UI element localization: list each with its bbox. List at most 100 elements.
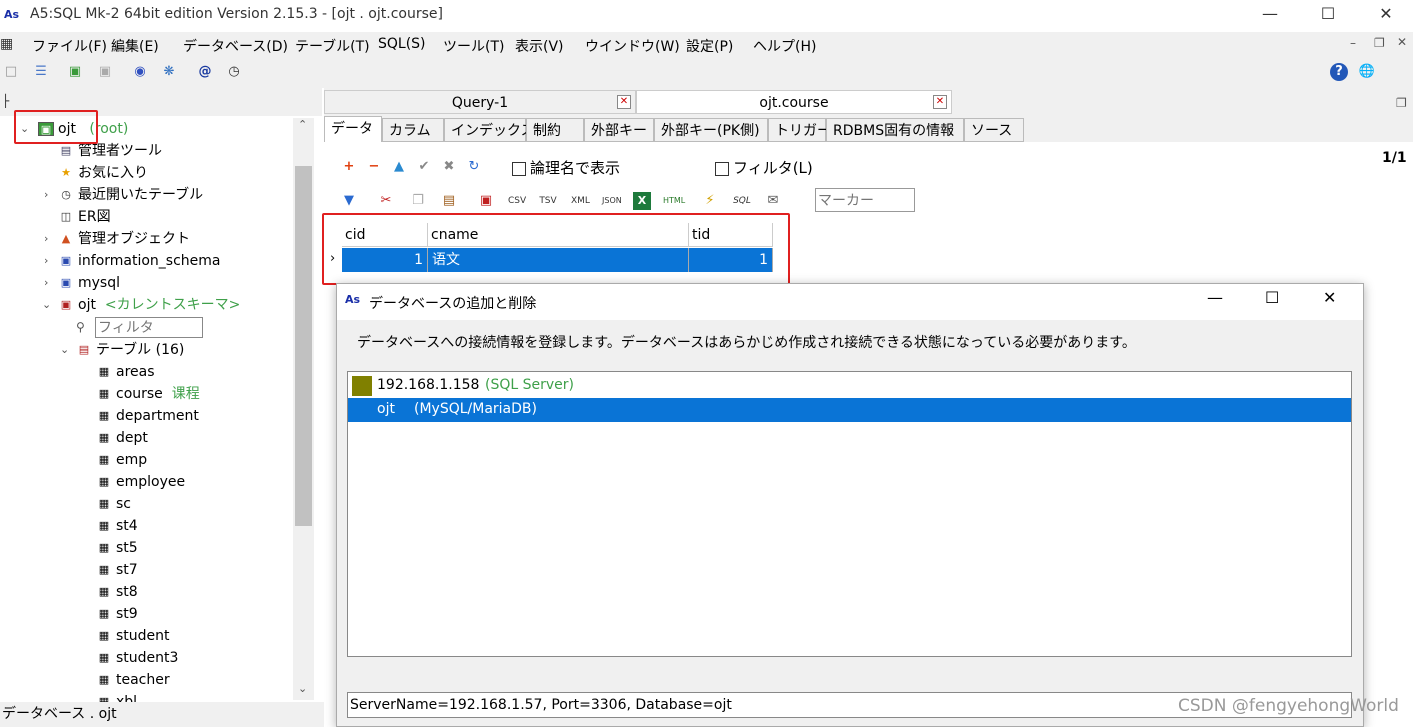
menu-help[interactable]: ヘルプ(H)	[753, 36, 816, 56]
comment-icon[interactable]: ✉	[764, 192, 782, 210]
dialog-close-button[interactable]: ✕	[1323, 288, 1336, 307]
tree-item-recent-tables[interactable]: ◷ 最近開いたテーブル	[58, 184, 203, 206]
tab-indexes[interactable]: インデックス	[444, 118, 535, 142]
close-button[interactable]: ✕	[1363, 0, 1409, 30]
tree-view-icon[interactable]: ├	[2, 94, 9, 108]
export-json-icon[interactable]: JSON	[602, 192, 622, 210]
filter-checkbox[interactable]: フィルタ(L)	[715, 157, 813, 178]
logical-name-checkbox[interactable]: 論理名で表示	[512, 157, 620, 178]
table-node[interactable]: ▦ st9	[96, 603, 138, 625]
table-node[interactable]: ▦ department	[96, 405, 199, 427]
open-book-icon[interactable]: ☰	[32, 63, 50, 81]
mdi-close-icon[interactable]: ✕	[1397, 35, 1407, 49]
excel-icon[interactable]: X	[633, 192, 651, 210]
clock-icon[interactable]: ◷	[225, 63, 243, 81]
move-up-icon[interactable]: ▲	[390, 158, 408, 176]
dialog-minimize-button[interactable]: —	[1207, 288, 1223, 307]
sql-icon[interactable]: SQL	[733, 192, 751, 210]
mdi-restore-icon[interactable]: ❐	[1374, 36, 1385, 50]
menu-edit[interactable]: 編集(E)	[111, 36, 159, 56]
grid-icon[interactable]: ▦	[0, 36, 13, 52]
table-node[interactable]: ▦ student	[96, 625, 170, 647]
tree-item-mysql[interactable]: ▣ mysql	[58, 272, 120, 294]
menu-file[interactable]: ファイル(F)	[32, 36, 107, 56]
cut-icon[interactable]: ✂	[377, 192, 395, 210]
tab-triggers[interactable]: トリガー	[768, 118, 831, 142]
expand-icon[interactable]: ›	[44, 232, 48, 245]
collapse-icon[interactable]: ⌄	[42, 298, 51, 311]
commit-icon[interactable]: ✔	[415, 158, 433, 176]
window-list-icon[interactable]: ❐	[1396, 96, 1407, 110]
maximize-button[interactable]: ☐	[1305, 0, 1351, 30]
collapse-icon[interactable]: ⌄	[60, 343, 69, 356]
list-item[interactable]: 192.168.1.158 (SQL Server)	[348, 374, 1351, 398]
db-disconnect-icon[interactable]: ▣	[96, 63, 114, 81]
tree-scrollbar[interactable]: ⌃ ⌄	[293, 118, 314, 700]
tab-foreign-keys[interactable]: 外部キー	[584, 118, 654, 142]
table-node[interactable]: ▦ st5	[96, 537, 138, 559]
table-node[interactable]: ▦ st8	[96, 581, 138, 603]
close-icon[interactable]: ✕	[617, 95, 631, 109]
refresh-icon[interactable]: ↻	[465, 158, 483, 176]
menu-sql[interactable]: SQL(S)	[378, 36, 426, 52]
expand-icon[interactable]: ›	[44, 254, 48, 267]
menu-window[interactable]: ウインドウ(W)	[585, 36, 680, 56]
table-node[interactable]: ▦ student3	[96, 647, 179, 669]
cancel-icon[interactable]: ✖	[440, 158, 458, 176]
tab-rdbms-info[interactable]: RDBMS固有の情報	[826, 118, 964, 142]
tree-item-er-diagram[interactable]: ◫ ER図	[58, 206, 111, 228]
menu-table[interactable]: テーブル(T)	[295, 36, 370, 56]
scroll-up-icon[interactable]: ⌃	[298, 118, 307, 131]
tab-foreign-keys-pk[interactable]: 外部キー(PK側)	[654, 118, 768, 142]
table-node[interactable]: ▦ areas	[96, 361, 155, 383]
table-node[interactable]: ▦ st4	[96, 515, 138, 537]
table-node[interactable]: ▦ dept	[96, 427, 148, 449]
tab-source[interactable]: ソース	[964, 118, 1024, 142]
minimize-button[interactable]: —	[1247, 0, 1293, 30]
menu-settings[interactable]: 設定(P)	[686, 36, 733, 56]
tab-query-1[interactable]: Query-1 ✕	[324, 90, 636, 114]
table-node[interactable]: ▦ emp	[96, 449, 147, 471]
tab-data[interactable]: データ	[324, 116, 382, 142]
db-add-icon[interactable]: ◉	[131, 63, 149, 81]
dialog-maximize-button[interactable]: ☐	[1265, 288, 1279, 307]
globe-icon[interactable]: 🌐	[1358, 63, 1376, 81]
new-file-icon[interactable]: □	[2, 63, 20, 81]
table-node[interactable]: ▦ course 课程	[96, 383, 200, 405]
lightning-icon[interactable]: ⚡	[701, 192, 719, 210]
menu-view[interactable]: 表示(V)	[515, 36, 564, 56]
scrollbar-thumb[interactable]	[295, 166, 312, 526]
gear-icon[interactable]: ❋	[160, 63, 178, 81]
checkbox-box[interactable]	[512, 161, 526, 176]
scroll-down-icon[interactable]: ⌄	[298, 682, 307, 695]
menu-database[interactable]: データベース(D)	[183, 36, 288, 56]
table-node[interactable]: ▦ teacher	[96, 669, 170, 691]
db-connect-icon[interactable]: ▣	[66, 63, 84, 81]
tab-columns[interactable]: カラム	[382, 118, 444, 142]
table-node[interactable]: ▦ employee	[96, 471, 185, 493]
export-csv-icon[interactable]: CSV	[508, 192, 526, 210]
tree-filter-input[interactable]	[95, 317, 203, 338]
export-tsv-icon[interactable]: TSV	[539, 192, 557, 210]
checkbox-box[interactable]	[715, 161, 729, 176]
mdi-minimize-icon[interactable]: –	[1350, 36, 1356, 50]
paste-icon[interactable]: ▤	[440, 192, 458, 210]
tree-item-schema-ojt[interactable]: ▣ ojt <カレントスキーマ>	[58, 294, 241, 316]
table-node[interactable]: ▦ sc	[96, 493, 131, 515]
export-icon[interactable]: ▣	[477, 192, 495, 210]
tab-constraints[interactable]: 制約	[526, 118, 584, 142]
tree-item-favorites[interactable]: ★ お気に入り	[58, 162, 148, 184]
tree-item-information-schema[interactable]: ▣ information_schema	[58, 250, 221, 272]
copy-icon[interactable]: ❐	[409, 192, 427, 210]
export-html-icon[interactable]: HTML	[663, 192, 685, 210]
delete-row-icon[interactable]: −	[365, 158, 383, 176]
list-item-selected[interactable]: ojt (MySQL/MariaDB)	[348, 398, 1351, 422]
menu-tools[interactable]: ツール(T)	[443, 36, 504, 56]
tab-ojt-course[interactable]: ojt.course ✕	[636, 90, 952, 114]
marker-input[interactable]	[815, 188, 915, 212]
table-node[interactable]: ▦ st7	[96, 559, 138, 581]
close-icon[interactable]: ✕	[933, 95, 947, 109]
add-row-icon[interactable]: +	[340, 158, 358, 176]
tree-item-tables-folder[interactable]: ▤ テーブル (16)	[76, 339, 185, 361]
table-node[interactable]: ▦ xbl	[96, 691, 137, 702]
